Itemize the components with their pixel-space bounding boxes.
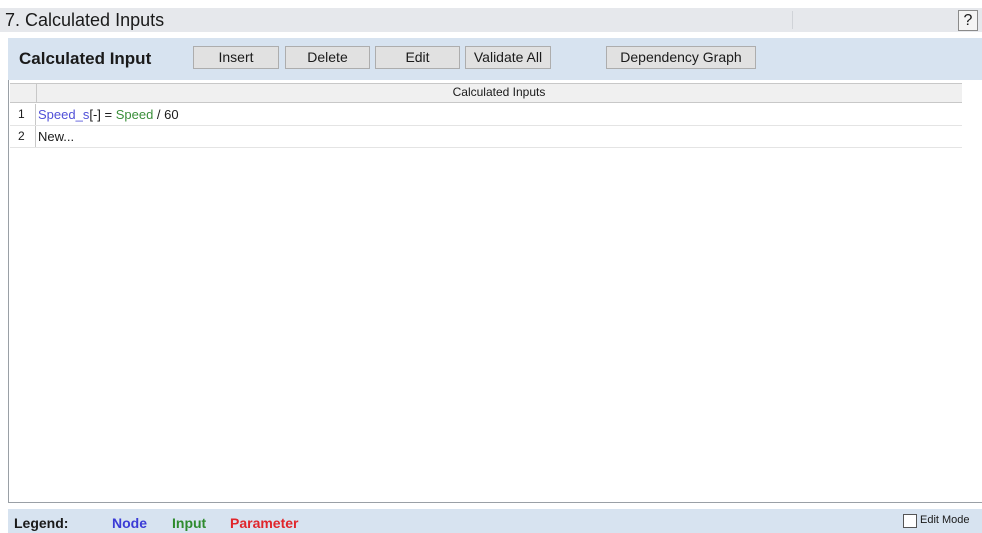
- table-row[interactable]: 1 Speed_s[-] = Speed / 60: [10, 104, 962, 126]
- expression-rest: / 60: [153, 107, 179, 122]
- legend-bar: Legend: Node Input Parameter Edit Mode: [8, 509, 982, 533]
- input-token: Speed: [115, 107, 154, 122]
- delete-button[interactable]: Delete: [285, 46, 370, 69]
- legend-node: Node: [112, 515, 147, 531]
- toolbar-title: Calculated Input: [19, 49, 152, 68]
- row-number[interactable]: 2: [10, 126, 36, 147]
- toolbar: Calculated Input Insert Delete Edit Vali…: [8, 38, 982, 80]
- insert-button[interactable]: Insert: [193, 46, 279, 69]
- edit-mode-label: Edit Mode: [920, 514, 970, 526]
- edit-mode-checkbox[interactable]: [903, 514, 917, 528]
- new-entry-cell[interactable]: New...: [38, 126, 74, 147]
- grid-header: Calculated Inputs: [10, 83, 962, 103]
- title-divider: [792, 11, 793, 29]
- edit-button[interactable]: Edit: [375, 46, 460, 69]
- dependency-graph-button[interactable]: Dependency Graph: [606, 46, 756, 69]
- column-header-calculated-inputs[interactable]: Calculated Inputs: [36, 85, 962, 99]
- validate-all-button[interactable]: Validate All: [465, 46, 551, 69]
- section-title: 7. Calculated Inputs: [5, 10, 165, 30]
- table-row[interactable]: 2 New...: [10, 126, 962, 148]
- help-button[interactable]: ?: [958, 10, 978, 31]
- row-number[interactable]: 1: [10, 104, 36, 125]
- grid-corner-cell: [10, 84, 37, 102]
- calculated-inputs-grid: Calculated Inputs 1 Speed_s[-] = Speed /…: [8, 80, 982, 503]
- expression-cell[interactable]: Speed_s[-] = Speed / 60: [38, 104, 179, 125]
- legend-input: Input: [172, 515, 207, 531]
- unit-token: [-]: [89, 107, 101, 122]
- node-token: Speed_s: [38, 107, 90, 122]
- legend-label: Legend:: [14, 515, 69, 531]
- operator-token: =: [100, 107, 116, 122]
- section-header: 7. Calculated Inputs ?: [0, 8, 982, 32]
- legend-parameter: Parameter: [230, 515, 299, 531]
